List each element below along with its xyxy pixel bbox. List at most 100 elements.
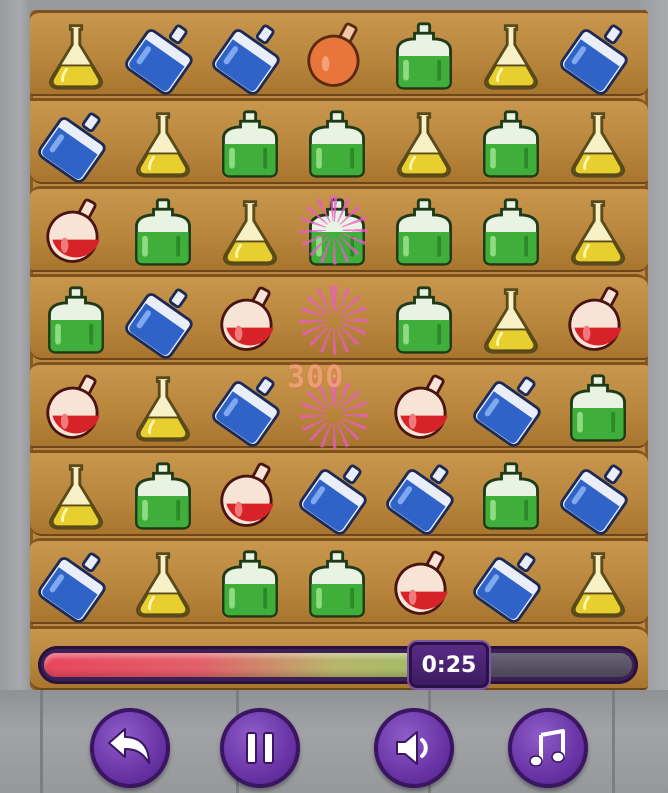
yellow-flask-gem[interactable]: [123, 544, 203, 624]
green-jug-gem[interactable]: [558, 368, 638, 448]
blue-bottle-gem[interactable]: [123, 280, 203, 360]
red-round-flask-gem[interactable]: [210, 280, 290, 360]
red-round-flask-icon: [220, 462, 274, 527]
yellow-flask-gem[interactable]: [558, 104, 638, 184]
green-jug-gem[interactable]: [471, 192, 551, 272]
green-jug-icon: [48, 286, 104, 354]
red-round-flask-gem[interactable]: [36, 368, 116, 448]
blue-bottle-icon: [560, 24, 628, 95]
blue-bottle-gem[interactable]: [471, 544, 551, 624]
green-jug-gem[interactable]: [384, 16, 464, 96]
blue-bottle-icon: [386, 464, 454, 535]
blue-bottle-gem[interactable]: [558, 16, 638, 96]
red-round-flask-icon: [568, 286, 622, 351]
green-jug-gem[interactable]: [297, 104, 377, 184]
pause-icon: [246, 732, 274, 764]
green-jug-gem[interactable]: [36, 280, 116, 360]
back-button[interactable]: [90, 708, 170, 788]
blue-bottle-icon: [560, 464, 628, 535]
blue-bottle-icon: [38, 552, 106, 623]
match-sparkle: [299, 285, 369, 355]
blue-bottle-icon: [212, 376, 280, 447]
blue-bottle-icon: [212, 24, 280, 95]
green-jug-gem[interactable]: [384, 192, 464, 272]
orange-round-flask-gem[interactable]: [297, 16, 377, 96]
blue-bottle-icon: [125, 24, 193, 95]
sound-button[interactable]: [374, 708, 454, 788]
red-round-flask-icon: [46, 198, 100, 263]
yellow-flask-gem[interactable]: [36, 456, 116, 536]
score-popup: 300: [287, 360, 345, 395]
yellow-flask-gem[interactable]: [123, 104, 203, 184]
green-jug-icon: [396, 22, 452, 90]
green-jug-gem[interactable]: [210, 104, 290, 184]
blue-bottle-gem[interactable]: [36, 104, 116, 184]
yellow-flask-icon: [136, 552, 190, 618]
blue-bottle-gem[interactable]: [36, 544, 116, 624]
green-jug-icon: [396, 198, 452, 266]
green-jug-gem[interactable]: [384, 280, 464, 360]
yellow-flask-icon: [484, 288, 538, 354]
blue-bottle-icon: [473, 552, 541, 623]
red-round-flask-gem[interactable]: [384, 368, 464, 448]
blue-bottle-gem[interactable]: [558, 456, 638, 536]
yellow-flask-icon: [571, 200, 625, 266]
green-jug-icon: [483, 110, 539, 178]
blue-bottle-gem[interactable]: [384, 456, 464, 536]
blue-bottle-gem[interactable]: [471, 368, 551, 448]
blue-bottle-gem[interactable]: [297, 456, 377, 536]
yellow-flask-icon: [484, 24, 538, 90]
red-round-flask-gem[interactable]: [36, 192, 116, 272]
yellow-flask-icon: [571, 552, 625, 618]
green-jug-icon: [483, 198, 539, 266]
green-jug-icon: [222, 110, 278, 178]
yellow-flask-gem[interactable]: [384, 104, 464, 184]
yellow-flask-gem[interactable]: [123, 368, 203, 448]
yellow-flask-icon: [397, 112, 451, 178]
match-sparkle: [299, 195, 369, 265]
green-jug-icon: [135, 462, 191, 530]
speaker-icon: [396, 731, 428, 765]
yellow-flask-icon: [49, 24, 103, 90]
red-round-flask-icon: [46, 374, 100, 439]
green-jug-gem[interactable]: [123, 192, 203, 272]
yellow-flask-gem[interactable]: [558, 192, 638, 272]
green-jug-icon: [135, 198, 191, 266]
yellow-flask-gem[interactable]: [471, 16, 551, 96]
yellow-flask-icon: [571, 112, 625, 178]
music-button[interactable]: [508, 708, 588, 788]
blue-bottle-gem[interactable]: [123, 16, 203, 96]
green-jug-gem[interactable]: [210, 544, 290, 624]
timer-bar: 0:25: [38, 642, 638, 688]
yellow-flask-gem[interactable]: [471, 280, 551, 360]
green-jug-icon: [309, 550, 365, 618]
yellow-flask-icon: [136, 112, 190, 178]
red-round-flask-gem[interactable]: [210, 456, 290, 536]
yellow-flask-icon: [136, 376, 190, 442]
green-jug-icon: [483, 462, 539, 530]
red-round-flask-gem[interactable]: [384, 544, 464, 624]
green-jug-icon: [396, 286, 452, 354]
yellow-flask-gem[interactable]: [558, 544, 638, 624]
orange-round-flask-icon: [307, 22, 360, 87]
music-note-icon: [529, 729, 565, 767]
red-round-flask-gem[interactable]: [558, 280, 638, 360]
green-jug-gem[interactable]: [471, 456, 551, 536]
green-jug-icon: [570, 374, 626, 442]
yellow-flask-gem[interactable]: [210, 192, 290, 272]
green-jug-gem[interactable]: [297, 544, 377, 624]
pause-button[interactable]: [220, 708, 300, 788]
green-jug-gem[interactable]: [123, 456, 203, 536]
yellow-flask-icon: [49, 464, 103, 530]
yellow-flask-gem[interactable]: [36, 16, 116, 96]
yellow-flask-icon: [223, 200, 277, 266]
blue-bottle-icon: [38, 112, 106, 183]
blue-bottle-gem[interactable]: [210, 368, 290, 448]
timer-label: 0:25: [409, 642, 489, 688]
red-round-flask-icon: [394, 374, 448, 439]
blue-bottle-gem[interactable]: [210, 16, 290, 96]
green-jug-gem[interactable]: [471, 104, 551, 184]
red-round-flask-icon: [220, 286, 274, 351]
green-jug-icon: [222, 550, 278, 618]
blue-bottle-icon: [473, 376, 541, 447]
